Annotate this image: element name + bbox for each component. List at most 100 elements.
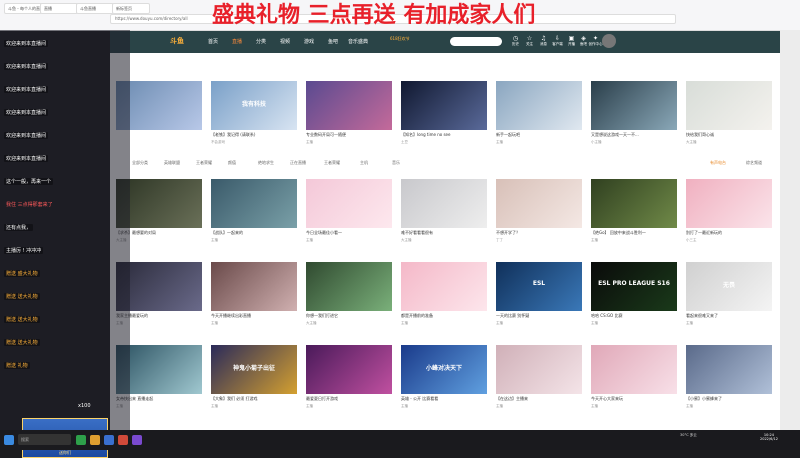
nav-icon-message[interactable]: ♫ 消息 xyxy=(536,35,551,47)
site-logo[interactable]: 斗鱼 xyxy=(170,35,194,48)
stream-title[interactable]: 新手一起玩吧 xyxy=(496,132,582,138)
stream-card[interactable]: 专业数码开局可—随便 主播 xyxy=(306,81,392,161)
stream-thumbnail[interactable] xyxy=(686,345,772,394)
stream-thumbnail[interactable] xyxy=(306,262,392,311)
event-badge[interactable]: 618狂欢节 xyxy=(390,36,410,42)
browser-tab[interactable]: 直播 xyxy=(40,3,78,14)
stream-card[interactable]: 【战队】一起来的 主播 xyxy=(211,179,297,259)
start-icon[interactable] xyxy=(4,435,14,445)
avatar[interactable] xyxy=(602,34,616,48)
stream-card[interactable]: 别打了—最近新玩的 小三主 xyxy=(686,179,772,259)
stream-thumbnail[interactable]: ESL PRO LEAGUE S16 xyxy=(591,262,677,311)
app-icon[interactable] xyxy=(76,435,86,445)
stream-title[interactable]: 今天开播继续出彩直播 xyxy=(211,313,297,319)
stream-title[interactable]: 【小蜜】小蜜蜂来了 xyxy=(686,396,772,402)
stream-title[interactable]: 又是想说这游戏一天一不... xyxy=(591,132,677,138)
stream-title[interactable]: 【知名】long time no see xyxy=(401,132,487,138)
stream-thumbnail[interactable] xyxy=(591,179,677,228)
nav-item-game[interactable]: 游戏 xyxy=(304,38,314,45)
stream-card[interactable]: 新手一起玩吧 主播 xyxy=(496,81,582,161)
nav-item-music[interactable]: 音乐盛典 xyxy=(348,38,368,45)
nav-item-home[interactable]: 首页 xyxy=(208,38,218,45)
stream-title[interactable]: 【大象】我们 必须 打游戏 xyxy=(211,396,297,402)
stream-card[interactable]: 难不好看看看很有 大主播 xyxy=(401,179,487,259)
stream-card[interactable]: 都是开播前的准备 主播 xyxy=(401,262,487,342)
stream-thumbnail[interactable] xyxy=(686,81,772,130)
nav-icon-history[interactable]: ◷ 历史 xyxy=(508,35,523,47)
stream-card[interactable]: 【绝Go】 回放中来战斗胜利一 主播 xyxy=(591,179,677,259)
stream-title[interactable]: 看起来很难又来了 xyxy=(686,313,772,319)
filter-chip[interactable]: 主机 xyxy=(360,160,368,166)
stream-title[interactable]: 哈哈 CS:GO 比赛 xyxy=(591,313,677,319)
stream-thumbnail[interactable]: ESL xyxy=(496,262,582,311)
filter-chip[interactable]: 王者荣耀 xyxy=(324,160,340,166)
nav-item-video[interactable]: 视频 xyxy=(280,38,290,45)
stream-thumbnail[interactable] xyxy=(591,81,677,130)
stream-thumbnail[interactable] xyxy=(401,262,487,311)
folder-icon[interactable] xyxy=(90,435,100,445)
stream-card[interactable]: 今天开心大家来玩 主播 xyxy=(591,345,677,425)
stream-card[interactable]: 【知名】long time no see 土豆 xyxy=(401,81,487,161)
taskbar-search[interactable]: 搜索 xyxy=(18,434,71,445)
nav-item-live[interactable]: 直播 xyxy=(232,38,242,45)
stream-thumbnail[interactable] xyxy=(306,345,392,394)
stream-thumbnail[interactable] xyxy=(496,179,582,228)
stream-title[interactable]: 【老铁】我记得 (请联系) xyxy=(211,132,297,138)
stream-thumbnail[interactable] xyxy=(686,179,772,228)
stream-title[interactable]: 快给我们哥心诚 xyxy=(686,132,772,138)
browser-tab[interactable]: 斗鱼直播 xyxy=(76,3,114,14)
stream-card[interactable]: 我有科技 【老铁】我记得 (请联系) 不会游戏 xyxy=(211,81,297,161)
stream-thumbnail[interactable] xyxy=(306,81,392,130)
browser-tab[interactable]: 斗鱼 - 每个人的直播平台 xyxy=(4,3,42,14)
stream-thumbnail[interactable] xyxy=(401,81,487,130)
stream-title[interactable]: 专业数码开局可—随便 xyxy=(306,132,392,138)
stream-title[interactable]: 【战队】一起来的 xyxy=(211,230,297,236)
filter-chip[interactable]: 音乐 xyxy=(392,160,400,166)
stream-title[interactable]: 都是开播前的准备 xyxy=(401,313,487,319)
filter-chip[interactable]: 绝地求生 xyxy=(258,160,274,166)
stream-title[interactable]: 【在这边】主播来 xyxy=(496,396,582,402)
app-icon[interactable] xyxy=(118,435,128,445)
filter-chip[interactable]: 英雄联盟 xyxy=(164,160,180,166)
stream-card[interactable]: 快给我们哥心诚 大主播 xyxy=(686,81,772,161)
stream-card[interactable]: 【小蜜】小蜜蜂来了 主播 xyxy=(686,345,772,425)
stream-title[interactable]: 最爱夏日打开游戏 xyxy=(306,396,392,402)
nav-icon-follow[interactable]: ☆ 关注 xyxy=(522,35,537,47)
stream-card[interactable]: 神鬼小菊子出征 【大象】我们 必须 打游戏 主播 xyxy=(211,345,297,425)
right-scrollbar[interactable] xyxy=(780,30,800,430)
stream-card[interactable]: 不想开学了？ 丁丁 xyxy=(496,179,582,259)
stream-title[interactable]: 英雄 - 公开 比赛看看 xyxy=(401,396,487,402)
app-icon[interactable] xyxy=(132,435,142,445)
stream-title[interactable]: 今日全场最佳小看一 xyxy=(306,230,392,236)
clock[interactable]: 10:24 2022/6/12 xyxy=(760,433,778,441)
stream-card[interactable]: 今天开播继续出彩直播 主播 xyxy=(211,262,297,342)
stream-title[interactable]: 别打了—最近新玩的 xyxy=(686,230,772,236)
filter-chip[interactable]: 全部分类 xyxy=(132,160,148,166)
stream-title[interactable]: 【绝Go】 回放中来战斗胜利一 xyxy=(591,230,677,236)
stream-thumbnail[interactable] xyxy=(211,262,297,311)
browser-icon[interactable] xyxy=(104,435,114,445)
stream-thumbnail[interactable] xyxy=(496,81,582,130)
nav-icon-client[interactable]: ⇩ 客户端 xyxy=(550,35,565,47)
stream-card[interactable]: 你想—我们打进它 大主播 xyxy=(306,262,392,342)
stream-thumbnail[interactable]: 小峰对决天下 xyxy=(401,345,487,394)
stream-title[interactable]: 不想开学了？ xyxy=(496,230,582,236)
stream-card[interactable]: 【在这边】主播来 主播 xyxy=(496,345,582,425)
stream-thumbnail[interactable] xyxy=(401,179,487,228)
filter-chip-right[interactable]: 有声电台 xyxy=(710,160,726,166)
stream-thumbnail[interactable] xyxy=(496,345,582,394)
stream-title[interactable]: 今天开心大家来玩 xyxy=(591,396,677,402)
filter-chip[interactable]: 颜值 xyxy=(228,160,236,166)
search-input[interactable] xyxy=(450,37,502,46)
filter-chip[interactable]: 正在直播 xyxy=(290,160,306,166)
stream-thumbnail[interactable] xyxy=(306,179,392,228)
stream-card[interactable]: 又是想说这游戏一天一不... 小主播 xyxy=(591,81,677,161)
filter-chip[interactable]: 王者荣耀 xyxy=(196,160,212,166)
nav-item-yuba[interactable]: 鱼吧 xyxy=(328,38,338,45)
stream-title[interactable]: 你想—我们打进它 xyxy=(306,313,392,319)
stream-thumbnail[interactable] xyxy=(211,179,297,228)
browser-tab[interactable]: 新标签页 xyxy=(112,3,150,14)
nav-item-category[interactable]: 分类 xyxy=(256,38,266,45)
stream-thumbnail[interactable]: 无畏 xyxy=(686,262,772,311)
stream-title[interactable]: 一天的比赛 别怀疑 xyxy=(496,313,582,319)
